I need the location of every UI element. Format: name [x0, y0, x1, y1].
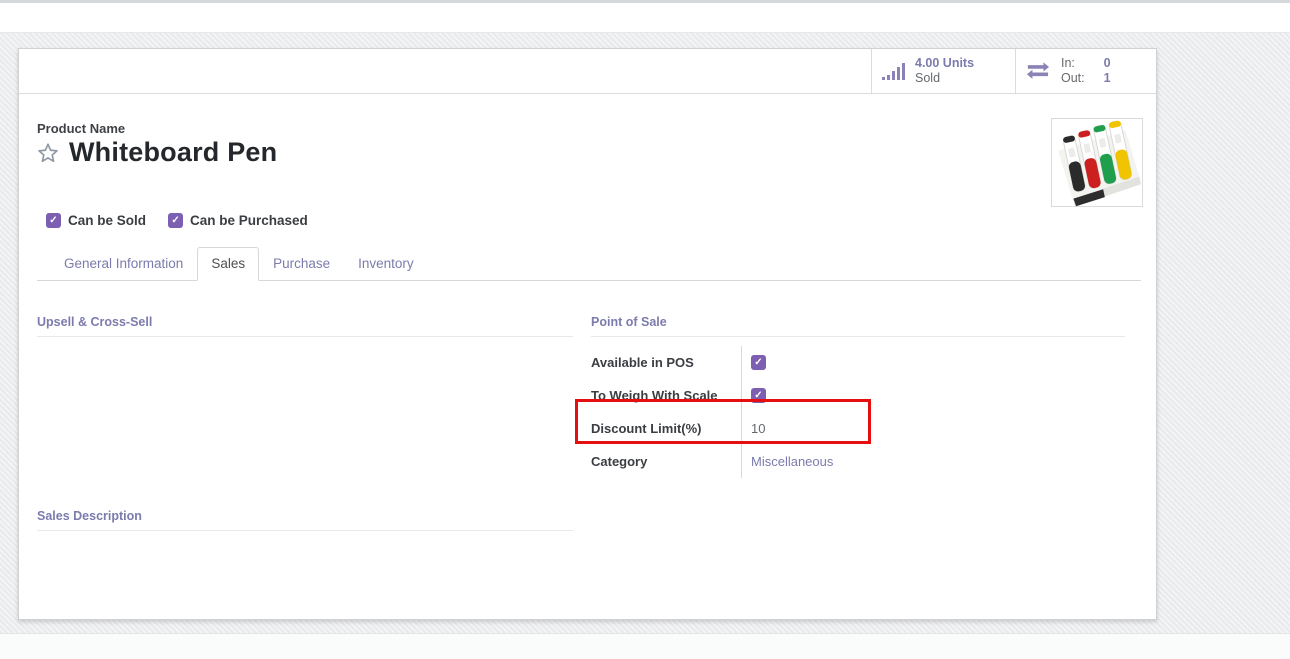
out-label: Out: [1061, 71, 1085, 86]
check-icon[interactable] [168, 213, 183, 228]
star-outline-icon[interactable] [37, 142, 59, 164]
check-icon[interactable] [751, 355, 766, 370]
field-discount-limit: Discount Limit(%) 10 [591, 412, 1125, 445]
discount-limit-value[interactable]: 10 [741, 412, 1125, 445]
product-image[interactable] [1051, 118, 1143, 207]
field-to-weigh-with-scale: To Weigh With Scale [591, 379, 1125, 412]
units-sold-button[interactable]: 4.00 Units Sold [871, 49, 1015, 93]
tab-sales[interactable]: Sales [197, 247, 259, 281]
units-sold-value: 4.00 Units [915, 56, 974, 71]
bottom-strip [0, 633, 1290, 659]
can-be-purchased-checkbox[interactable]: Can be Purchased [168, 213, 308, 228]
exchange-icon [1026, 62, 1052, 80]
tab-purchase[interactable]: Purchase [259, 247, 344, 281]
stat-button-bar: 4.00 Units Sold In: 0 Out: 1 [19, 49, 1156, 94]
can-be-sold-checkbox[interactable]: Can be Sold [46, 213, 146, 228]
out-value: 1 [1085, 71, 1111, 86]
in-label: In: [1061, 56, 1085, 71]
product-name-field-label: Product Name [37, 121, 125, 136]
upsell-cross-sell-header: Upsell & Cross-Sell [37, 315, 573, 337]
category-link[interactable]: Miscellaneous [751, 454, 833, 469]
field-available-in-pos: Available in POS [591, 346, 1125, 379]
page-title[interactable]: Whiteboard Pen [69, 137, 277, 168]
bar-chart-icon [882, 61, 906, 81]
units-sold-label: Sold [915, 71, 974, 86]
tab-general-information[interactable]: General Information [50, 247, 197, 281]
check-icon[interactable] [751, 388, 766, 403]
in-value: 0 [1085, 56, 1111, 71]
sales-description-header: Sales Description [37, 509, 573, 531]
in-out-moves-button[interactable]: In: 0 Out: 1 [1015, 49, 1156, 93]
check-icon[interactable] [46, 213, 61, 228]
product-form-card: 4.00 Units Sold In: 0 Out: 1 Product Nam… [18, 48, 1157, 620]
point-of-sale-header: Point of Sale [591, 315, 1125, 337]
product-form-page: 4.00 Units Sold In: 0 Out: 1 Product Nam… [0, 0, 1290, 659]
notebook-tabs: General Information Sales Purchase Inven… [37, 247, 1141, 281]
tab-inventory[interactable]: Inventory [344, 247, 428, 281]
top-bar [0, 0, 1290, 33]
field-category: Category Miscellaneous [591, 445, 1125, 478]
